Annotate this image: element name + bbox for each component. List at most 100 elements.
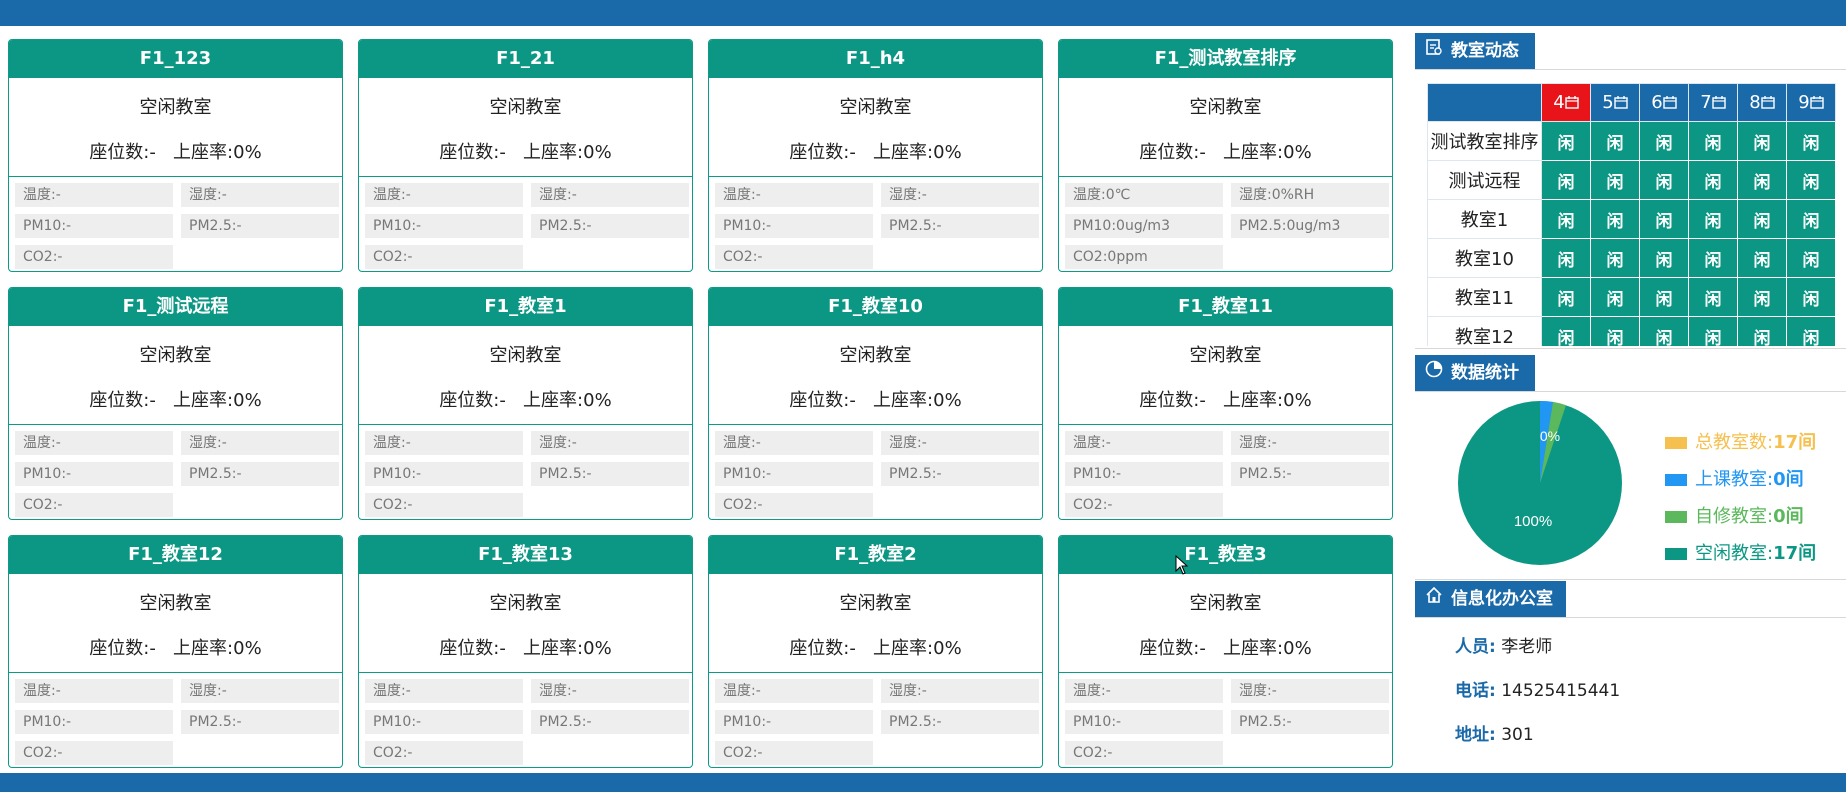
schedule-cell[interactable]: 闲 [1590,277,1640,317]
occupancy-rate: 0% [1283,638,1312,659]
schedule-room-name: 教室1 [1427,199,1542,239]
period-header[interactable]: 7 [1688,83,1738,122]
schedule-cell[interactable]: 闲 [1639,277,1689,317]
schedule-cell[interactable]: 闲 [1541,238,1591,278]
classroom-card[interactable]: F1_测试教室排序 空闲教室 座位数:- 上座率:0% 温度:0℃ 湿度:0%RH PM1… [1058,39,1393,272]
pm10-value: PM10:- [365,710,523,734]
schedule-cell[interactable]: 闲 [1737,160,1787,200]
schedule-cell[interactable]: 闲 [1786,277,1836,317]
schedule-cell[interactable]: 闲 [1541,316,1591,346]
period-header[interactable]: 6 [1639,83,1689,122]
classroom-card[interactable]: F1_教室10 空闲教室 座位数:- 上座率:0% 温度:- 湿度:- PM10:- PM2… [708,287,1043,520]
co2-value: CO2:- [365,493,523,517]
schedule-cell[interactable]: 闲 [1590,160,1640,200]
humidity-value: 湿度:- [531,679,689,703]
legend-value: 17间 [1773,432,1817,453]
occupancy-rate: 0% [933,142,962,163]
classroom-card[interactable]: F1_21 空闲教室 座位数:- 上座率:0% 温度:- 湿度:- PM10:- PM2.5… [358,39,693,272]
schedule-cell[interactable]: 闲 [1688,199,1738,239]
temperature-value: 温度:- [15,431,173,455]
humidity-value: 湿度:- [1231,679,1389,703]
schedule-cell[interactable]: 闲 [1786,121,1836,161]
schedule-cell[interactable]: 闲 [1737,277,1787,317]
schedule-cell[interactable]: 闲 [1737,121,1787,161]
schedule-room-name: 测试教室排序 [1427,121,1542,161]
classroom-seat-info: 座位数:- 上座率:0% [359,141,692,165]
schedule-cell[interactable]: 闲 [1639,199,1689,239]
divider [1415,579,1846,580]
classroom-card[interactable]: F1_h4 空闲教室 座位数:- 上座率:0% 温度:- 湿度:- PM10:- PM2.5… [708,39,1043,272]
schedule-cell[interactable]: 闲 [1541,160,1591,200]
occupancy-rate: 0% [933,638,962,659]
classroom-card-title: F1_h4 [709,40,1042,78]
schedule-cell[interactable]: 闲 [1786,199,1836,239]
pm25-value: PM2.5:- [881,214,1039,238]
schedule-cell[interactable]: 闲 [1541,277,1591,317]
pm25-value: PM2.5:- [881,462,1039,486]
period-header[interactable]: 8 [1737,83,1787,122]
pm10-value: PM10:- [365,214,523,238]
occupancy-rate: 0% [583,638,612,659]
schedule-cell[interactable]: 闲 [1590,238,1640,278]
schedule-cell[interactable]: 闲 [1541,121,1591,161]
legend-swatch [1665,511,1687,523]
pie-label-large: 100% [1514,513,1552,530]
schedule-cell[interactable]: 闲 [1786,160,1836,200]
classroom-card-title: F1_教室3 [1059,536,1392,574]
classroom-card[interactable]: F1_教室3 空闲教室 座位数:- 上座率:0% 温度:- 湿度:- PM10:- PM2.… [1058,535,1393,768]
schedule-cell[interactable]: 闲 [1786,316,1836,346]
classroom-card[interactable]: F1_教室12 空闲教室 座位数:- 上座率:0% 温度:- 湿度:- PM10:- PM2… [8,535,343,768]
schedule-cell[interactable]: 闲 [1590,121,1640,161]
pm10-value: PM10:- [365,462,523,486]
classroom-card[interactable]: F1_教室1 空闲教室 座位数:- 上座率:0% 温度:- 湿度:- PM10:- PM2.… [358,287,693,520]
humidity-value: 湿度:- [881,431,1039,455]
period-header[interactable]: 9 [1786,83,1836,122]
co2-value: CO2:- [715,493,873,517]
schedule-cell[interactable]: 闲 [1639,160,1689,200]
schedule-cell[interactable]: 闲 [1688,316,1738,346]
seat-count: 座位数:- [89,390,156,411]
schedule-cell[interactable]: 闲 [1688,238,1738,278]
schedule-cell[interactable]: 闲 [1786,238,1836,278]
schedule-cell[interactable]: 闲 [1688,277,1738,317]
classroom-card[interactable]: F1_测试远程 空闲教室 座位数:- 上座率:0% 温度:- 湿度:- PM10:- PM2… [8,287,343,520]
classroom-card[interactable]: F1_123 空闲教室 座位数:- 上座率:0% 温度:- 湿度:- PM10:- PM2.… [8,39,343,272]
schedule-row: 教室1 闲闲闲闲闲闲 [1427,199,1836,239]
occupancy-rate: 0% [583,142,612,163]
co2-value: CO2:- [715,245,873,269]
office-person-row: 人员: 李老师 [1455,635,1552,659]
schedule-cell[interactable]: 闲 [1737,316,1787,346]
pm25-value: PM2.5:- [531,710,689,734]
co2-value: CO2:- [715,741,873,765]
schedule-cell[interactable]: 闲 [1688,121,1738,161]
occupancy-label: 上座率: [873,638,934,659]
schedule-cell[interactable]: 闲 [1639,316,1689,346]
occupancy-rate: 0% [583,390,612,411]
home-icon [1425,581,1445,617]
schedule-cell[interactable]: 闲 [1639,238,1689,278]
pie-label-small: 0% [1540,428,1560,444]
schedule-cell[interactable]: 闲 [1737,199,1787,239]
period-header[interactable]: 5 [1590,83,1640,122]
schedule-cell[interactable]: 闲 [1541,199,1591,239]
schedule-cell[interactable]: 闲 [1639,121,1689,161]
schedule-cell[interactable]: 闲 [1590,199,1640,239]
classroom-seat-info: 座位数:- 上座率:0% [1059,389,1392,413]
classroom-card[interactable]: F1_教室13 空闲教室 座位数:- 上座率:0% 温度:- 湿度:- PM10:- PM2… [358,535,693,768]
schedule-cell[interactable]: 闲 [1688,160,1738,200]
classroom-card[interactable]: F1_教室11 空闲教室 座位数:- 上座率:0% 温度:- 湿度:- PM10:- PM2… [1058,287,1393,520]
dynamics-panel-title: 教室动态 [1415,33,1535,69]
environment-panel: 温度:- 湿度:- PM10:- PM2.5:- CO2:- [709,176,1042,271]
schedule-room-name: 测试远程 [1427,160,1542,200]
office-address-row: 地址: 301 [1455,723,1534,747]
period-header[interactable]: 4 [1541,83,1591,122]
classroom-card[interactable]: F1_教室2 空闲教室 座位数:- 上座率:0% 温度:- 湿度:- PM10:- PM2.… [708,535,1043,768]
occupancy-label: 上座率: [173,638,234,659]
classroom-seat-info: 座位数:- 上座率:0% [1059,637,1392,661]
schedule-row: 教室11 闲闲闲闲闲闲 [1427,277,1836,317]
occupancy-label: 上座率: [173,390,234,411]
occupancy-rate: 0% [233,142,262,163]
schedule-cell[interactable]: 闲 [1590,316,1640,346]
schedule-cell[interactable]: 闲 [1737,238,1787,278]
seat-count: 座位数:- [789,638,856,659]
